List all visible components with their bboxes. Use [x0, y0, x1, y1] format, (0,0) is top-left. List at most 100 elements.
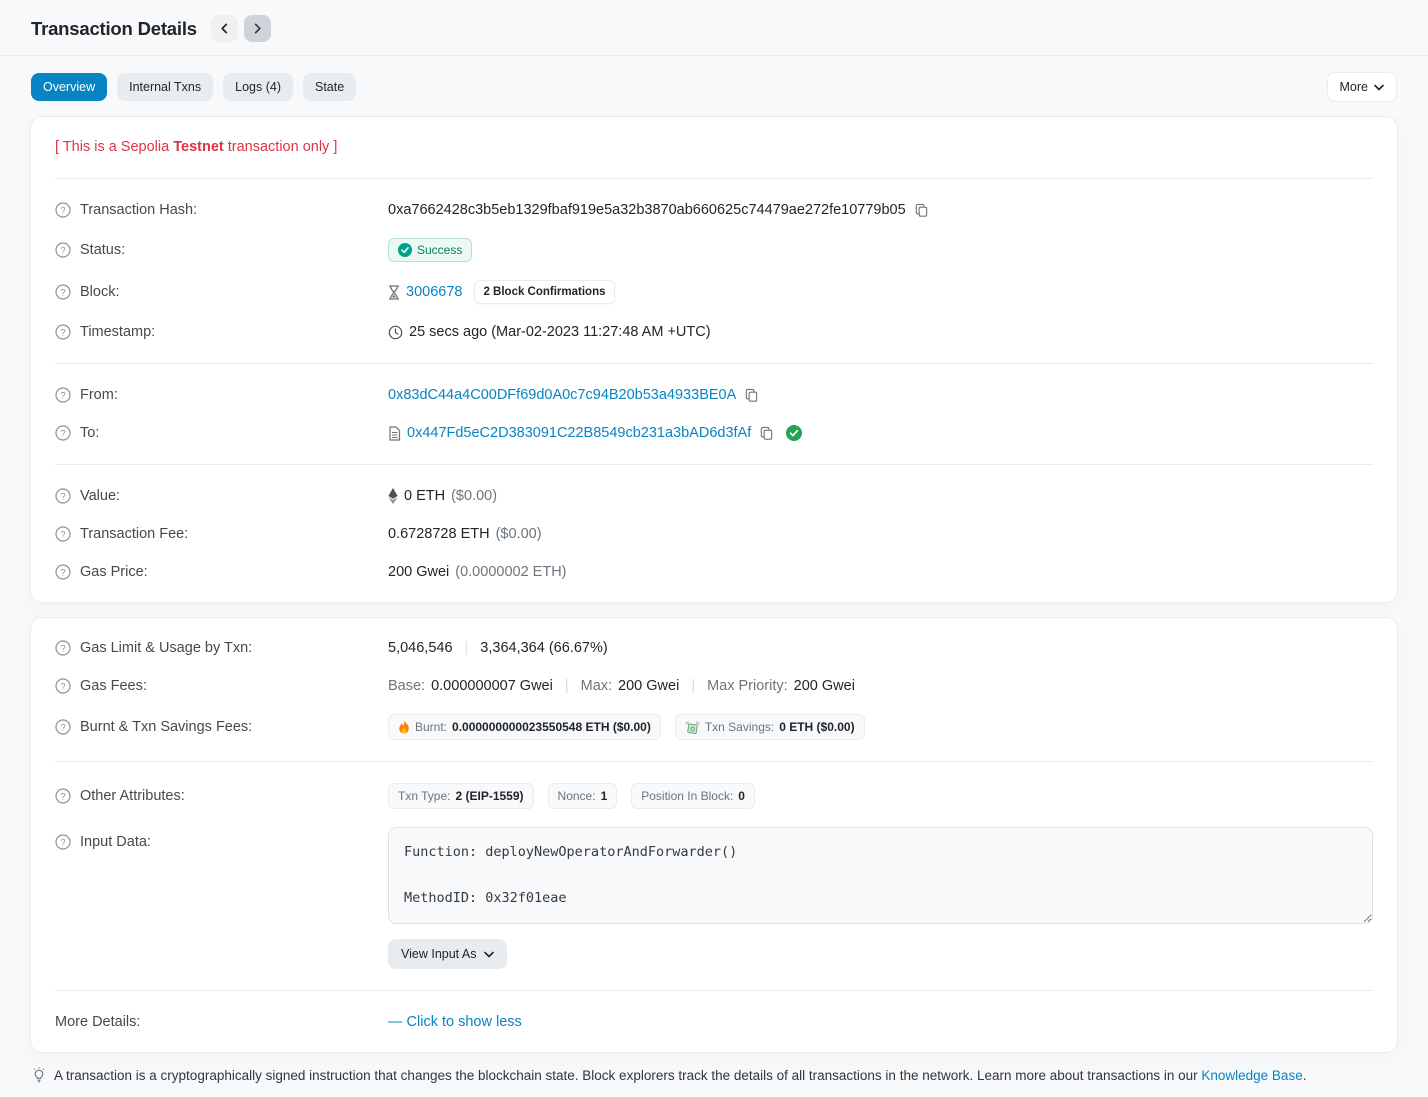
help-icon[interactable]: ? [55, 488, 71, 504]
tab-logs[interactable]: Logs (4) [223, 73, 293, 101]
gas-price-label: Gas Price: [80, 564, 148, 580]
svg-text:?: ? [60, 529, 65, 540]
burnt-badge-value: 0.000000000023550548 ETH ($0.00) [452, 720, 651, 734]
status-label: Status: [80, 242, 125, 258]
chevron-down-icon [484, 951, 494, 958]
separator: | [559, 678, 575, 694]
divider [55, 363, 1373, 364]
other-attributes-row: ? Other Attributes: Txn Type: 2 (EIP-155… [55, 774, 1373, 818]
txn-savings-badge-label: Txn Savings: [705, 720, 774, 734]
max-fee-label: Max: [581, 678, 612, 694]
transaction-fee-usd: ($0.00) [496, 526, 542, 542]
divider [55, 178, 1373, 179]
gas-limit-label: Gas Limit & Usage by Txn: [80, 640, 252, 656]
max-priority-value: 200 Gwei [794, 678, 855, 694]
block-confirmations-badge: 2 Block Confirmations [474, 280, 614, 304]
testnet-notice-prefix: [ This is a Sepolia [55, 139, 173, 155]
tabs-row: Overview Internal Txns Logs (4) State Mo… [0, 56, 1428, 102]
tab-internal-txns[interactable]: Internal Txns [117, 73, 213, 101]
timestamp-label: Timestamp: [80, 324, 155, 340]
help-icon[interactable]: ? [55, 788, 71, 804]
copy-hash-button[interactable] [912, 203, 931, 218]
knowledge-base-link[interactable]: Knowledge Base [1201, 1068, 1302, 1083]
view-input-as-button[interactable]: View Input As [388, 939, 507, 969]
copy-from-address-button[interactable] [742, 388, 761, 403]
status-row: ? Status: Success [55, 229, 1373, 271]
burnt-badge-label: Burnt: [415, 720, 447, 734]
gas-usage-value: 3,364,364 (66.67%) [480, 640, 607, 656]
help-icon[interactable]: ? [55, 284, 71, 300]
from-row: ? From: 0x83dC44a4C00DFf69d0A0c7c94B20b5… [55, 376, 1373, 414]
gas-fees-row: ? Gas Fees: Base: 0.000000007 Gwei | Max… [55, 667, 1373, 705]
testnet-notice-bold: Testnet [173, 139, 224, 155]
max-fee-value: 200 Gwei [618, 678, 679, 694]
show-less-toggle[interactable]: — Click to show less [388, 1014, 522, 1030]
more-details-row: More Details: — Click to show less [55, 1003, 1373, 1041]
base-fee-value: 0.000000007 Gwei [431, 678, 553, 694]
more-dropdown-button[interactable]: More [1327, 72, 1397, 102]
help-icon[interactable]: ? [55, 425, 71, 441]
block-label: Block: [80, 284, 120, 300]
help-icon[interactable]: ? [55, 640, 71, 656]
help-icon[interactable]: ? [55, 202, 71, 218]
chevron-right-icon [252, 23, 263, 34]
transaction-hash-row: ? Transaction Hash: 0xa7662428c3b5eb1329… [55, 191, 1373, 229]
help-icon[interactable]: ? [55, 526, 71, 542]
testnet-notice: [ This is a Sepolia Testnet transaction … [55, 128, 1373, 166]
transaction-hash-label: Transaction Hash: [80, 202, 197, 218]
verified-check-icon [786, 425, 802, 441]
to-address-link[interactable]: 0x447Fd5eC2D383091C22B8549cb231a3bAD6d3f… [407, 425, 751, 441]
tab-overview[interactable]: Overview [31, 73, 107, 101]
contract-document-icon [388, 426, 401, 441]
from-address-link[interactable]: 0x83dC44a4C00DFf69d0A0c7c94B20b53a4933BE… [388, 387, 736, 403]
tab-state[interactable]: State [303, 73, 356, 101]
gas-price-eth: (0.0000002 ETH) [455, 564, 566, 580]
chevron-down-icon [1374, 84, 1384, 91]
other-attributes-label: Other Attributes: [80, 788, 185, 804]
next-txn-button[interactable] [244, 15, 271, 42]
copy-to-address-button[interactable] [757, 426, 776, 441]
help-icon[interactable]: ? [55, 387, 71, 403]
nonce-badge: Nonce: 1 [548, 783, 618, 809]
fire-icon [398, 720, 410, 734]
svg-text:?: ? [60, 791, 65, 802]
overview-card: [ This is a Sepolia Testnet transaction … [30, 116, 1398, 603]
transaction-fee-amount: 0.6728728 ETH [388, 526, 490, 542]
svg-text:?: ? [60, 722, 65, 733]
help-icon[interactable]: ? [55, 324, 71, 340]
help-icon[interactable]: ? [55, 242, 71, 258]
row-label: ? Transaction Fee: [55, 526, 388, 542]
block-number-link[interactable]: 3006678 [406, 284, 462, 300]
gas-limit-row: ? Gas Limit & Usage by Txn: 5,046,546 | … [55, 629, 1373, 667]
txn-type-value: 2 (EIP-1559) [455, 789, 523, 803]
status-badge: Success [388, 238, 472, 262]
previous-txn-button[interactable] [211, 15, 238, 42]
testnet-notice-suffix: transaction only ] [224, 139, 338, 155]
money-wings-icon [685, 721, 700, 734]
help-icon[interactable]: ? [55, 678, 71, 694]
gas-limit-value: 5,046,546 [388, 640, 453, 656]
svg-text:?: ? [60, 837, 65, 848]
details-card: ? Gas Limit & Usage by Txn: 5,046,546 | … [30, 617, 1398, 1053]
row-label: ? Transaction Hash: [55, 202, 388, 218]
help-icon[interactable]: ? [55, 834, 71, 850]
help-icon[interactable]: ? [55, 564, 71, 580]
timestamp-value: 25 secs ago (Mar-02-2023 11:27:48 AM +UT… [409, 324, 711, 340]
input-data-label: Input Data: [80, 834, 151, 850]
svg-text:?: ? [60, 491, 65, 502]
page-footer: A transaction is a cryptographically sig… [0, 1053, 1428, 1097]
row-label: ? To: [55, 425, 388, 441]
ethereum-icon [388, 488, 398, 504]
check-circle-icon [398, 243, 412, 257]
to-row: ? To: 0x447Fd5eC2D383091C22B8549cb231a3b… [55, 414, 1373, 452]
copy-icon [914, 203, 929, 218]
row-label: ? Burnt & Txn Savings Fees: [55, 719, 388, 735]
input-data-textarea[interactable]: Function: deployNewOperatorAndForwarder(… [388, 827, 1373, 924]
gas-price-amount: 200 Gwei [388, 564, 449, 580]
tab-list: Overview Internal Txns Logs (4) State [31, 73, 356, 101]
help-icon[interactable]: ? [55, 719, 71, 735]
row-label: ? Input Data: [55, 827, 388, 850]
nonce-value: 1 [601, 789, 608, 803]
transaction-fee-label: Transaction Fee: [80, 526, 188, 542]
value-row: ? Value: 0 ETH ($0.00) [55, 477, 1373, 515]
